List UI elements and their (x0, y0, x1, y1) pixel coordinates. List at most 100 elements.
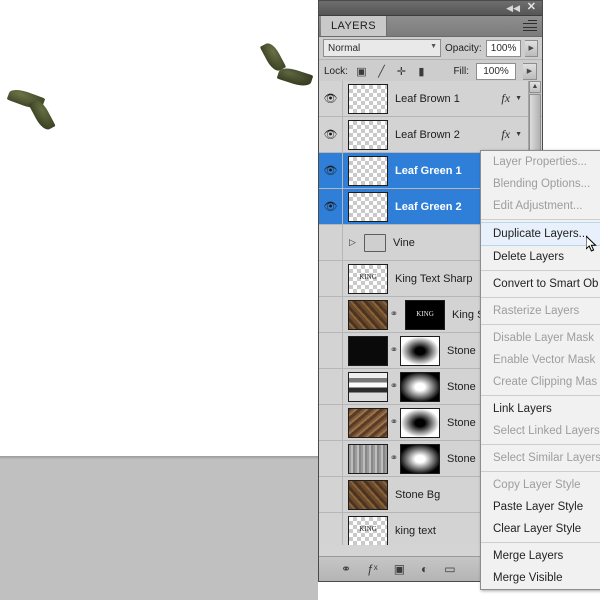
chevron-down-icon[interactable]: ▼ (515, 95, 522, 102)
menu-item: Select Linked Layers (493, 425, 600, 437)
menu-item[interactable]: Paste Layer Style (481, 496, 600, 518)
menu-separator (481, 471, 600, 472)
image-lock-icon[interactable]: ╱ (375, 65, 388, 78)
layer-thumbnail[interactable] (348, 479, 388, 510)
layer-name: king text (395, 524, 436, 537)
eye-hidden-slot[interactable] (319, 261, 343, 296)
eye-hidden-slot[interactable] (319, 225, 343, 260)
menu-item[interactable]: Merge Layers (481, 545, 600, 567)
menu-separator (481, 324, 600, 325)
chevron-down-icon: ▼ (430, 43, 437, 50)
layer-thumbnail[interactable] (348, 407, 388, 438)
layer-mask-thumbnail[interactable] (400, 407, 440, 438)
eye-visible-icon[interactable]: 👁 (319, 189, 343, 224)
layer-name: Stone (447, 452, 476, 465)
blend-mode-value: Normal (328, 42, 361, 54)
eye-hidden-slot[interactable] (319, 369, 343, 404)
position-lock-icon[interactable]: ✛ (395, 65, 408, 78)
mask-link-icon[interactable]: ⚭ (388, 381, 400, 392)
menu-item: Copy Layer Style (493, 479, 581, 491)
new-adjustment-layer-icon[interactable]: ◐ (421, 562, 428, 576)
menu-separator (481, 297, 600, 298)
layer-name: Vine (393, 236, 415, 249)
panel-tab-strip: LAYERS (319, 16, 542, 37)
menu-item[interactable]: Merge Visible (481, 567, 600, 589)
add-layer-mask-icon[interactable]: ▣ (394, 562, 405, 576)
new-group-icon[interactable]: ▭ (444, 562, 455, 576)
menu-separator (481, 444, 600, 445)
layer-row[interactable]: 👁 Leaf Brown 2 fx ▼ (319, 117, 542, 153)
chevron-down-icon[interactable]: ▼ (515, 131, 522, 138)
transparency-lock-icon[interactable]: ▣ (355, 65, 368, 78)
mask-link-icon[interactable]: ⚭ (388, 345, 400, 356)
folder-icon (364, 233, 386, 252)
eye-icon: 👁 (323, 129, 338, 141)
close-icon[interactable]: ✕ (527, 1, 536, 14)
eye-visible-icon[interactable]: 👁 (319, 117, 343, 152)
eye-hidden-slot[interactable] (319, 405, 343, 440)
eye-icon: 👁 (323, 201, 338, 213)
layer-thumbnail[interactable] (348, 119, 388, 150)
layer-mask-thumbnail[interactable] (400, 335, 440, 366)
menu-separator (481, 395, 600, 396)
menu-item: Select Similar Layers (493, 452, 600, 464)
fill-spinner[interactable]: ▶ (523, 62, 537, 80)
menu-item[interactable]: Clear Layer Style (481, 518, 600, 540)
layer-context-menu[interactable]: Layer Properties... Blending Options... Ed… (480, 150, 600, 590)
eye-hidden-slot[interactable] (319, 333, 343, 368)
layer-row[interactable]: 👁 Leaf Brown 1 fx ▼ (319, 81, 542, 117)
eye-hidden-slot[interactable] (319, 513, 343, 545)
layer-mask-thumbnail[interactable] (405, 299, 445, 330)
collapse-icon[interactable]: ◀◀ (506, 2, 520, 14)
layer-name: Leaf Green 1 (395, 164, 462, 177)
all-lock-icon[interactable]: ▮ (415, 65, 428, 78)
opacity-spinner[interactable]: ▶ (525, 39, 538, 57)
layer-thumbnail[interactable] (348, 371, 388, 402)
eye-hidden-slot[interactable] (319, 441, 343, 476)
fx-icon: fx (501, 127, 511, 141)
menu-item[interactable]: Convert to Smart Ob (481, 273, 600, 295)
group-expand-icon[interactable]: ▷ (349, 237, 361, 248)
eye-icon: 👁 (323, 165, 338, 177)
layer-mask-thumbnail[interactable] (400, 371, 440, 402)
menu-item[interactable]: Duplicate Layers... (481, 222, 600, 246)
mask-link-icon[interactable]: ⚭ (388, 417, 400, 428)
mask-link-icon[interactable]: ⚭ (388, 309, 400, 320)
panel-menu-icon[interactable] (523, 20, 537, 31)
fill-input[interactable]: 100% (476, 62, 516, 80)
layer-thumbnail[interactable] (348, 515, 388, 545)
link-layers-icon[interactable]: ⚭ (341, 562, 351, 576)
menu-item: Create Clipping Mas (493, 376, 598, 388)
menu-item[interactable]: Delete Layers (481, 246, 600, 268)
menu-separator (481, 542, 600, 543)
layer-thumbnail[interactable] (348, 299, 388, 330)
layer-thumbnail[interactable] (348, 443, 388, 474)
lock-label: Lock: (324, 65, 348, 77)
menu-item[interactable]: Link Layers (481, 398, 600, 420)
layer-name: Stone Bg (395, 488, 441, 501)
layer-thumbnail[interactable] (348, 263, 388, 294)
add-layer-style-icon[interactable]: ƒˣ (367, 562, 378, 576)
menu-item: Blending Options... (493, 178, 591, 190)
mask-link-icon[interactable]: ⚭ (388, 453, 400, 464)
menu-separator (481, 219, 600, 220)
layer-name: Leaf Brown 1 (395, 92, 460, 105)
scroll-up-button[interactable]: ▲ (529, 81, 541, 93)
eye-hidden-slot[interactable] (319, 297, 343, 332)
layer-effects-indicator[interactable]: fx ▼ (501, 127, 522, 142)
layer-thumbnail[interactable] (348, 335, 388, 366)
eye-hidden-slot[interactable] (319, 477, 343, 512)
canvas-white-area[interactable] (0, 0, 318, 458)
eye-icon: 👁 (323, 93, 338, 105)
layer-mask-thumbnail[interactable] (400, 443, 440, 474)
tab-layers[interactable]: LAYERS (321, 16, 387, 36)
layer-effects-indicator[interactable]: fx ▼ (501, 91, 522, 106)
eye-visible-icon[interactable]: 👁 (319, 153, 343, 188)
blend-mode-select[interactable]: Normal ▼ (323, 39, 441, 57)
layer-thumbnail[interactable] (348, 83, 388, 114)
panel-titlebar: ◀◀ ✕ (319, 1, 542, 16)
eye-visible-icon[interactable]: 👁 (319, 81, 343, 116)
opacity-input[interactable]: 100% (485, 39, 522, 57)
layer-thumbnail[interactable] (348, 155, 388, 186)
layer-thumbnail[interactable] (348, 191, 388, 222)
